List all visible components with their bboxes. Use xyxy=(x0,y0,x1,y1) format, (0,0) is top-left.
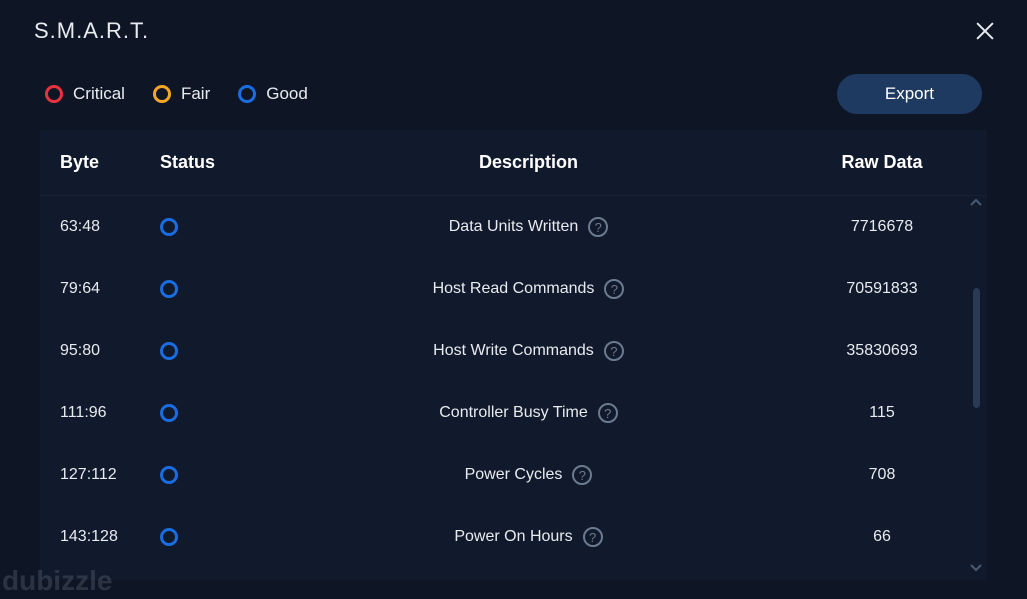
table-row: 63:48Data Units Written?7716678 xyxy=(40,196,987,258)
table-row: 143:128Power On Hours?66 xyxy=(40,506,987,568)
cell-status xyxy=(160,280,260,298)
cell-status xyxy=(160,466,260,484)
cell-description: Controller Busy Time? xyxy=(260,403,797,423)
cell-raw-data: 70591833 xyxy=(797,280,967,298)
circle-good-icon xyxy=(238,85,256,103)
table-header-row: Byte Status Description Raw Data xyxy=(40,130,987,196)
help-icon[interactable]: ? xyxy=(572,465,592,485)
cell-raw-data: 7716678 xyxy=(797,218,967,236)
help-icon[interactable]: ? xyxy=(604,279,624,299)
cell-byte: 63:48 xyxy=(60,218,160,236)
description-text: Power On Hours xyxy=(454,528,572,546)
legend-critical-label: Critical xyxy=(73,84,125,104)
status-good-icon xyxy=(160,218,178,236)
dialog-header: S.M.A.R.T. xyxy=(0,0,1027,54)
cell-byte: 127:112 xyxy=(60,466,160,484)
cell-byte: 111:96 xyxy=(60,404,160,422)
dialog-title: S.M.A.R.T. xyxy=(34,18,149,44)
close-icon xyxy=(974,20,996,42)
column-header-raw-data: Raw Data xyxy=(797,152,967,173)
column-header-status: Status xyxy=(160,152,260,173)
cell-byte: 95:80 xyxy=(60,342,160,360)
cell-description: Host Read Commands? xyxy=(260,279,797,299)
table-body[interactable]: 63:48Data Units Written?771667879:64Host… xyxy=(40,196,987,576)
close-button[interactable] xyxy=(973,19,997,43)
cell-status xyxy=(160,218,260,236)
legend-good-label: Good xyxy=(266,84,308,104)
status-good-icon xyxy=(160,280,178,298)
cell-status xyxy=(160,528,260,546)
help-icon[interactable]: ? xyxy=(604,341,624,361)
description-text: Data Units Written xyxy=(449,218,579,236)
cell-raw-data: 708 xyxy=(797,466,967,484)
export-button[interactable]: Export xyxy=(837,74,982,114)
help-icon[interactable]: ? xyxy=(598,403,618,423)
smart-table: Byte Status Description Raw Data 63:48 Da… xyxy=(40,130,987,580)
cell-description: Power Cycles? xyxy=(260,465,797,485)
cell-byte: 143:128 xyxy=(60,528,160,546)
status-good-icon xyxy=(160,342,178,360)
table-row: 95:80Host Write Commands?35830693 xyxy=(40,320,987,382)
status-legend: Critical Fair Good xyxy=(45,84,308,104)
cell-raw-data: 35830693 xyxy=(797,342,967,360)
table-row: 127:112Power Cycles?708 xyxy=(40,444,987,506)
description-text: Host Write Commands xyxy=(433,342,594,360)
cell-byte: 79:64 xyxy=(60,280,160,298)
help-icon[interactable]: ? xyxy=(588,217,608,237)
legend-fair: Fair xyxy=(153,84,210,104)
legend-good: Good xyxy=(238,84,308,104)
cell-raw-data: 115 xyxy=(797,404,967,422)
table-row: 79:64Host Read Commands?70591833 xyxy=(40,258,987,320)
description-text: Controller Busy Time xyxy=(439,404,588,422)
column-header-description: Description xyxy=(260,152,797,173)
status-good-icon xyxy=(160,466,178,484)
status-good-icon xyxy=(160,528,178,546)
circle-critical-icon xyxy=(45,85,63,103)
table-row: 111:96Controller Busy Time?115 xyxy=(40,382,987,444)
toolbar: Critical Fair Good Export xyxy=(0,54,1027,130)
cell-description: Power On Hours? xyxy=(260,527,797,547)
cell-description: Host Write Commands? xyxy=(260,341,797,361)
cell-raw-data: 66 xyxy=(797,528,967,546)
cell-description: Data Units Written? xyxy=(260,217,797,237)
cell-status xyxy=(160,342,260,360)
description-text: Host Read Commands xyxy=(433,280,595,298)
column-header-byte: Byte xyxy=(60,152,160,173)
status-good-icon xyxy=(160,404,178,422)
circle-fair-icon xyxy=(153,85,171,103)
cell-status xyxy=(160,404,260,422)
legend-fair-label: Fair xyxy=(181,84,210,104)
help-icon[interactable]: ? xyxy=(583,527,603,547)
description-text: Power Cycles xyxy=(465,466,563,484)
legend-critical: Critical xyxy=(45,84,125,104)
